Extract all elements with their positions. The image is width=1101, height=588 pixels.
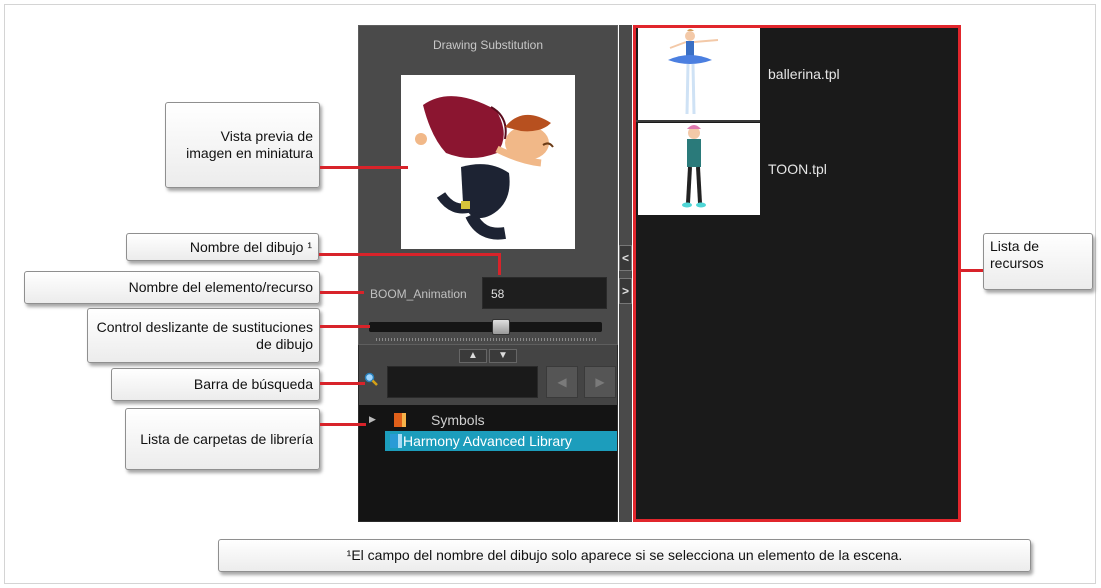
search-icon	[364, 372, 378, 386]
ballerina-illustration	[668, 29, 719, 115]
chevron-up-icon: ▲	[468, 350, 478, 361]
chevron-right-icon: >	[621, 284, 629, 298]
library-folder-tree: ▶ Symbols Harmony Advanced Library	[359, 405, 617, 521]
character-illustration	[415, 96, 554, 240]
asset-name[interactable]: ballerina.tpl	[768, 66, 840, 82]
folder-icon	[394, 413, 406, 427]
callout-text: Nombre del elemento/recurso	[128, 279, 313, 295]
leader-line-drawing-name	[319, 253, 501, 256]
callout-slider: Control deslizante de sustituciones de d…	[87, 308, 320, 363]
tree-item-label: Symbols	[431, 412, 485, 428]
asset-separator	[636, 120, 760, 122]
asset-name[interactable]: TOON.tpl	[768, 161, 827, 177]
leader-line-slider	[320, 325, 370, 328]
leader-line-thumbnail	[320, 166, 408, 169]
previous-result-button[interactable]: ◀	[546, 366, 578, 398]
next-result-button[interactable]: ▶	[584, 366, 616, 398]
leader-line-element-name	[320, 291, 364, 294]
callout-text: Control deslizante de sustituciones de d…	[96, 318, 313, 352]
leader-line-asset-list	[961, 269, 983, 272]
expand-right-button[interactable]: >	[619, 278, 632, 304]
callout-folder-list: Lista de carpetas de librería	[125, 408, 320, 470]
panel-title: Drawing Substitution	[432, 38, 544, 52]
callout-search: Barra de búsqueda	[111, 368, 320, 401]
thumbnail-preview	[401, 75, 575, 249]
substitution-slider[interactable]	[369, 322, 602, 332]
folder-icon	[390, 434, 402, 448]
leader-line-folder-list	[320, 423, 366, 426]
chevron-left-icon: ◀	[557, 375, 567, 389]
asset-thumbnail-ballerina[interactable]	[638, 28, 760, 120]
tree-item-symbols[interactable]: ▶ Symbols	[359, 410, 617, 430]
callout-text: Nombre del dibujo ¹	[189, 238, 312, 255]
callout-asset-list: Lista de recursos	[983, 233, 1093, 290]
footnote: ¹El campo del nombre del dibujo solo apa…	[218, 539, 1031, 572]
callout-text: Vista previa de imagen en miniatura	[186, 128, 313, 161]
chevron-right-icon: ▶	[595, 375, 605, 389]
callout-element-name: Nombre del elemento/recurso	[24, 271, 320, 304]
slider-ticks	[376, 338, 598, 341]
callout-text: Lista de recursos	[990, 238, 1044, 271]
search-input[interactable]	[387, 366, 538, 398]
element-name-label: BOOM_Animation	[370, 287, 467, 301]
tree-item-label: Harmony Advanced Library	[403, 433, 572, 449]
callout-text: Lista de carpetas de librería	[140, 430, 313, 447]
leader-line-drawing-name-drop	[498, 253, 501, 275]
callout-thumbnail: Vista previa de imagen en miniatura	[165, 102, 320, 188]
panel-splitter[interactable]	[619, 25, 632, 522]
collapse-left-button[interactable]: <	[619, 245, 632, 271]
leader-line-search	[320, 382, 365, 385]
expand-down-button[interactable]: ▼	[489, 349, 517, 363]
collapse-up-button[interactable]: ▲	[459, 349, 487, 363]
callout-text: Barra de búsqueda	[193, 376, 313, 392]
callout-drawing-name: Nombre del dibujo ¹	[126, 233, 319, 261]
slider-thumb[interactable]	[491, 319, 510, 335]
chevron-left-icon: <	[621, 251, 629, 265]
toon-illustration	[682, 125, 706, 208]
drawing-name-field[interactable]: 58	[482, 277, 607, 309]
tree-item-harmony-advanced-library[interactable]: Harmony Advanced Library	[359, 431, 617, 451]
asset-thumbnail-toon[interactable]	[638, 123, 760, 215]
caret-right-icon[interactable]: ▶	[369, 414, 376, 425]
chevron-down-icon: ▼	[498, 350, 508, 361]
